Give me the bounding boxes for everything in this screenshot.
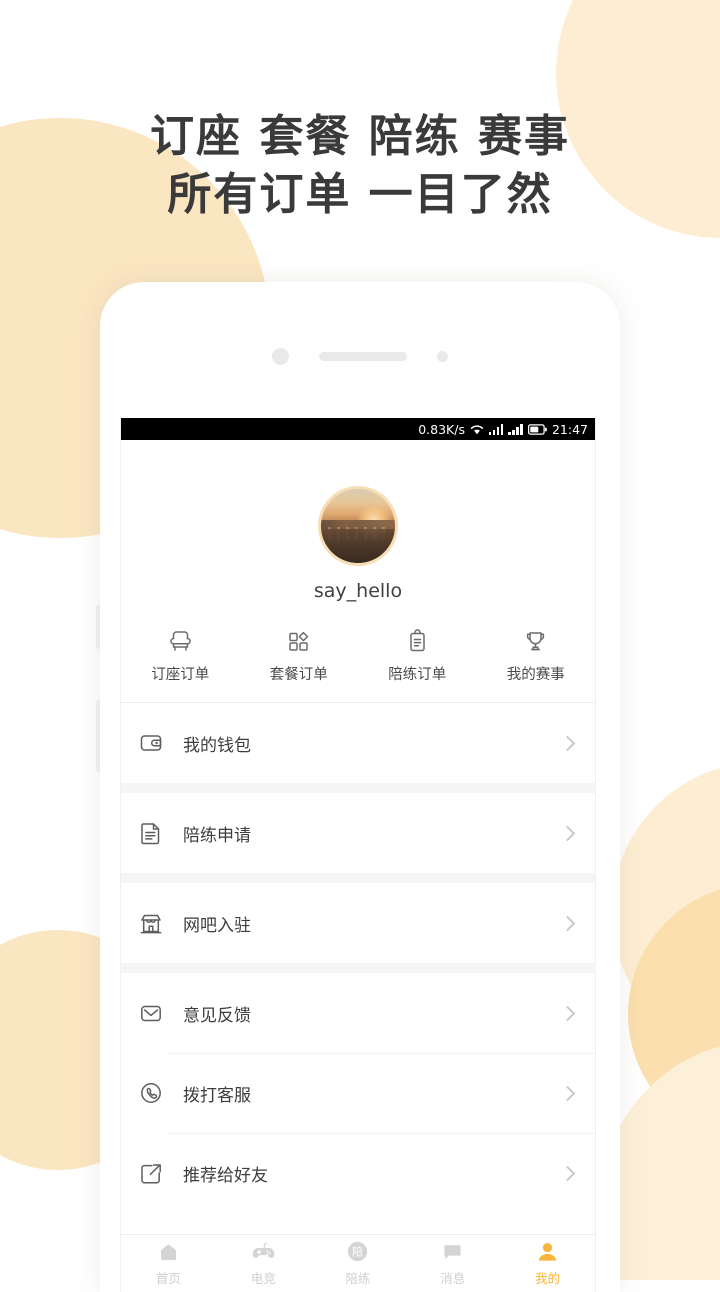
menu-group-cafe-join: 网吧入驻 [121,883,595,963]
trophy-icon [522,628,549,654]
chevron-right-icon [559,915,576,931]
menu-row-coach-application[interactable]: 陪练申请 [121,793,595,873]
quick-action-package-orders[interactable]: 套餐订单 [240,628,359,684]
chevron-right-icon [559,1165,576,1181]
network-speed-text: 0.83K/s [418,421,465,437]
menu-separator [121,963,595,973]
quick-action-my-tournaments[interactable]: 我的赛事 [477,628,596,684]
earpiece-speaker [319,352,407,361]
menu-row-label: 意见反馈 [183,1005,251,1026]
gamepad-icon [251,1240,276,1263]
menu-row-my-wallet[interactable]: 我的钱包 [121,703,595,783]
menu-group-support: 意见反馈 拨打客服 推荐给好友 [121,973,595,1213]
avatar-ring[interactable] [318,486,398,566]
quick-action-label: 套餐订单 [269,667,328,683]
tab-label: 消息 [440,1271,466,1286]
phone-circle-icon [139,1081,183,1105]
menu-row-feedback[interactable]: 意见反馈 [121,973,595,1053]
menu-list: 我的钱包 陪练申请 网吧入驻 意见反馈 拨打客服 推荐给好友 [121,703,595,1213]
person-icon [536,1240,559,1263]
chevron-right-icon [559,1005,576,1021]
profile-header: say_hello [121,440,595,602]
chat-bubble-icon [441,1240,464,1263]
menu-group-wallet: 我的钱包 [121,703,595,783]
headline-line-1: 订座 套餐 陪练 赛事 [150,111,570,162]
tab-label: 首页 [155,1271,181,1286]
wallet-icon [139,732,183,754]
menu-row-label: 推荐给好友 [183,1165,268,1186]
storefront-icon [139,912,183,935]
avatar[interactable] [321,489,395,563]
app-screen: 0.83K/s 21:47 say_hello 订座订单 套餐订单 陪练订单 我… [120,418,596,1292]
menu-row-label: 网吧入驻 [183,915,251,936]
home-icon [157,1240,180,1263]
menu-group-coach-apply: 陪练申请 [121,793,595,873]
quick-action-label: 我的赛事 [506,667,565,683]
coach-badge-icon: 陪 [346,1240,369,1263]
chevron-right-icon [559,825,576,841]
chevron-right-icon [559,1085,576,1101]
menu-row-recommend-to-friends[interactable]: 推荐给好友 [121,1133,595,1213]
username-text: say_hello [313,580,403,602]
signal-bars-icon-2 [508,423,523,435]
status-bar: 0.83K/s 21:47 [121,418,595,440]
avatar-foreground [321,528,395,563]
phone-earpiece-area [100,348,620,365]
package-grid-icon [285,628,312,654]
quick-action-seat-orders[interactable]: 订座订单 [121,628,240,684]
share-external-icon [139,1162,183,1185]
menu-row-internet-cafe-join[interactable]: 网吧入驻 [121,883,595,963]
phone-mockup: 0.83K/s 21:47 say_hello 订座订单 套餐订单 陪练订单 我… [100,282,620,1292]
menu-separator [121,783,595,793]
menu-row-label: 拨打客服 [183,1085,251,1106]
front-camera-icon [272,348,289,365]
document-icon [139,821,183,845]
menu-row-label: 陪练申请 [183,825,251,846]
battery-icon [527,423,547,435]
signal-bars-icon-1 [488,423,504,435]
quick-action-coach-orders[interactable]: 陪练订单 [358,628,477,684]
wifi-icon [470,424,484,435]
headline: 订座 套餐 陪练 赛事 所有订单 一目了然 [0,108,720,224]
chevron-right-icon [559,735,576,751]
armchair-icon [167,628,194,654]
clock-text: 21:47 [551,421,588,437]
tab-label: 陪练 [345,1271,371,1286]
quick-actions-row: 订座订单 套餐订单 陪练订单 我的赛事 [121,602,595,703]
tab-label: 我的 [535,1271,561,1286]
menu-row-label: 我的钱包 [183,735,251,756]
quick-action-label: 陪练订单 [388,667,447,683]
quick-action-label: 订座订单 [151,667,210,683]
headline-line-2: 所有订单 一目了然 [167,169,553,220]
envelope-icon [139,1003,183,1024]
proximity-sensor-icon [437,351,448,362]
menu-row-call-support[interactable]: 拨打客服 [121,1053,595,1133]
svg-text:陪: 陪 [352,1245,363,1259]
menu-separator [121,873,595,883]
bottom-tab-bar: 首页 电竞 陪 陪练 消息 我的 [121,1234,595,1292]
clipboard-icon [404,628,431,654]
tab-label: 电竞 [250,1271,276,1286]
